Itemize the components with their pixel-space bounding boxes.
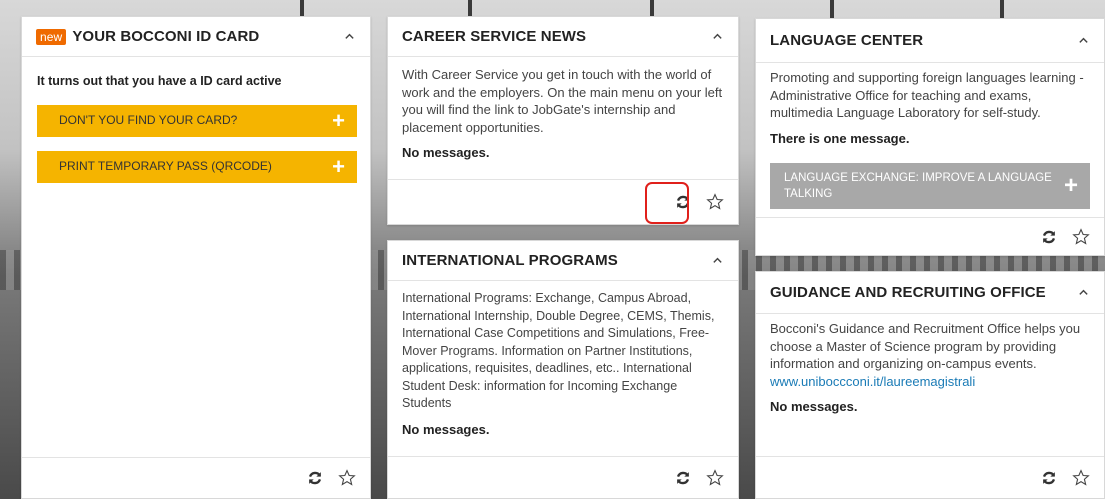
messages-status: No messages. <box>402 421 490 437</box>
widget-description: International Programs: Exchange, Campus… <box>402 291 715 410</box>
widget-footer <box>756 456 1104 498</box>
refresh-icon[interactable] <box>1040 469 1058 487</box>
star-icon[interactable] <box>706 193 724 211</box>
refresh-icon[interactable] <box>306 469 324 487</box>
international-programs-widget: INTERNATIONAL PROGRAMS International Pro… <box>387 240 739 499</box>
messages-status: There is one message. <box>770 130 910 146</box>
star-icon[interactable] <box>1072 227 1090 246</box>
print-pass-button[interactable]: PRINT TEMPORARY PASS (QRCODE) + <box>37 150 357 183</box>
guidance-link[interactable]: www.uniboccconi.it/laureemagistrali <box>770 374 975 389</box>
widget-header: GUIDANCE AND RECRUITING OFFICE <box>756 272 1104 314</box>
button-label: DON'T YOU FIND YOUR CARD? <box>59 112 238 127</box>
chevron-up-icon[interactable] <box>342 30 356 44</box>
messages-status: No messages. <box>770 399 858 414</box>
id-card-widget: new YOUR BOCCONI ID CARD It turns out th… <box>21 16 371 499</box>
find-card-button[interactable]: DON'T YOU FIND YOUR CARD? + <box>37 104 357 137</box>
widget-header: CAREER SERVICE NEWS <box>388 17 738 57</box>
refresh-icon[interactable] <box>674 469 692 487</box>
widget-description: Promoting and supporting foreign languag… <box>770 70 1084 120</box>
language-exchange-button[interactable]: LANGUAGE EXCHANGE: IMPROVE A LANGUAGE TA… <box>770 163 1090 209</box>
plus-icon: + <box>332 107 345 133</box>
button-label: LANGUAGE EXCHANGE: IMPROVE A LANGUAGE TA… <box>784 172 1052 200</box>
chevron-up-icon[interactable] <box>1076 34 1090 48</box>
widget-description: With Career Service you get in touch wit… <box>402 67 723 135</box>
refresh-highlight-annotation <box>645 182 689 224</box>
widget-title: LANGUAGE CENTER <box>770 32 924 49</box>
new-badge: new <box>36 28 67 45</box>
widget-title: new YOUR BOCCONI ID CARD <box>36 28 259 45</box>
widget-description: Bocconi's Guidance and Recruitment Offic… <box>770 321 1081 371</box>
widget-header: INTERNATIONAL PROGRAMS <box>388 241 738 281</box>
background-pole <box>830 0 834 18</box>
plus-icon: + <box>1063 172 1078 199</box>
chevron-up-icon[interactable] <box>710 30 724 44</box>
language-center-widget: LANGUAGE CENTER Promoting and supporting… <box>755 18 1105 256</box>
refresh-icon[interactable] <box>1040 228 1058 246</box>
star-icon[interactable] <box>338 469 356 487</box>
guidance-office-widget: GUIDANCE AND RECRUITING OFFICE Bocconi's… <box>755 271 1105 499</box>
button-label: PRINT TEMPORARY PASS (QRCODE) <box>59 158 272 173</box>
background-pole <box>1000 0 1004 18</box>
widget-footer <box>22 457 370 498</box>
widget-title: CAREER SERVICE NEWS <box>402 28 587 45</box>
chevron-up-icon[interactable] <box>710 254 724 268</box>
star-icon[interactable] <box>1072 468 1090 487</box>
widget-title: INTERNATIONAL PROGRAMS <box>402 252 618 269</box>
id-card-status: It turns out that you have a ID card act… <box>37 74 282 88</box>
widget-header: new YOUR BOCCONI ID CARD <box>22 17 370 57</box>
widget-title: GUIDANCE AND RECRUITING OFFICE <box>770 284 1046 301</box>
widget-footer <box>388 456 738 498</box>
widget-footer <box>756 217 1104 255</box>
star-icon[interactable] <box>706 468 724 487</box>
messages-status: No messages. <box>402 145 490 160</box>
chevron-up-icon[interactable] <box>1076 286 1090 300</box>
widget-title-text: YOUR BOCCONI ID CARD <box>72 28 260 45</box>
plus-icon: + <box>332 153 345 179</box>
widget-header: LANGUAGE CENTER <box>756 19 1104 63</box>
